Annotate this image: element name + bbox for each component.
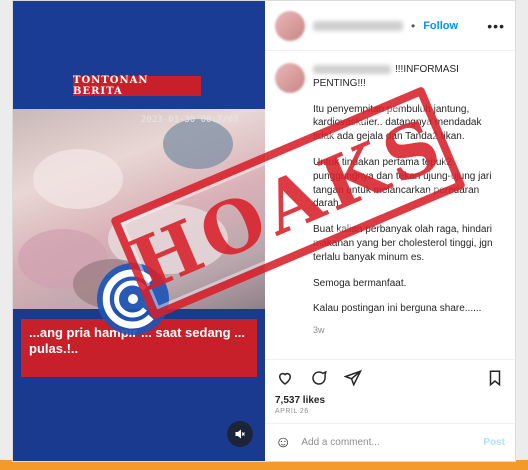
- speaker-muted-icon[interactable]: [227, 421, 253, 447]
- username-blurred[interactable]: [313, 20, 403, 31]
- post-side-panel: • Follow ••• !!!INFORMASI PENTING!!! Itu…: [265, 1, 515, 461]
- news-badge: TONTONAN BERITA: [73, 75, 201, 97]
- instagram-post-card: TONTONAN BERITA 2023-03-30 00:7/03 ...an…: [12, 0, 516, 462]
- video-timestamp: 2023-03-30 00:7/03: [141, 115, 239, 125]
- caption-avatar[interactable]: [275, 63, 305, 93]
- add-comment-bar: ☺ Post: [265, 423, 515, 461]
- caption-line-6: Kalau postingan ini berguna share......: [313, 303, 482, 315]
- post-comment-button[interactable]: Post: [483, 437, 505, 448]
- time-ago: 3w: [313, 325, 325, 336]
- caption-section: !!!INFORMASI PENTING!!! Itu penyempitan …: [265, 51, 515, 359]
- post-media[interactable]: TONTONAN BERITA 2023-03-30 00:7/03 ...an…: [13, 1, 265, 461]
- media-bottom-background: [13, 377, 265, 461]
- caption-username-blurred[interactable]: [313, 64, 391, 74]
- action-bar: [265, 359, 515, 395]
- more-horizontal-icon[interactable]: •••: [487, 18, 505, 34]
- post-header: • Follow •••: [265, 1, 515, 51]
- caption-line-2: Itu penyempitan pembuluh jantung, kardio…: [313, 103, 482, 143]
- comment-input[interactable]: [301, 437, 474, 448]
- separator-dot: •: [411, 18, 416, 33]
- comment-bubble-icon[interactable]: [309, 368, 329, 388]
- avatar[interactable]: [275, 10, 305, 41]
- like-heart-icon[interactable]: [275, 368, 295, 388]
- follow-button[interactable]: Follow: [423, 20, 458, 32]
- caption-text: !!!INFORMASI PENTING!!! Itu penyempitan …: [313, 63, 505, 337]
- post-date: APRIL 26: [275, 408, 309, 415]
- komdigi-logo-icon: [97, 263, 169, 335]
- caption-line-3: Untuk tindakan pertama tepuk2 punggungny…: [313, 156, 492, 210]
- caption-line-5: Semoga bermanfaat.: [313, 277, 407, 289]
- bookmark-icon[interactable]: [485, 368, 505, 388]
- caption-line-4: Buat kalian perbanyak olah raga, hindari…: [313, 224, 493, 263]
- emoji-smile-icon[interactable]: ☺: [275, 434, 291, 452]
- share-send-icon[interactable]: [343, 368, 363, 388]
- likes-count[interactable]: 7,537 likes: [265, 395, 515, 406]
- caption-row: !!!INFORMASI PENTING!!! Itu penyempitan …: [275, 63, 505, 337]
